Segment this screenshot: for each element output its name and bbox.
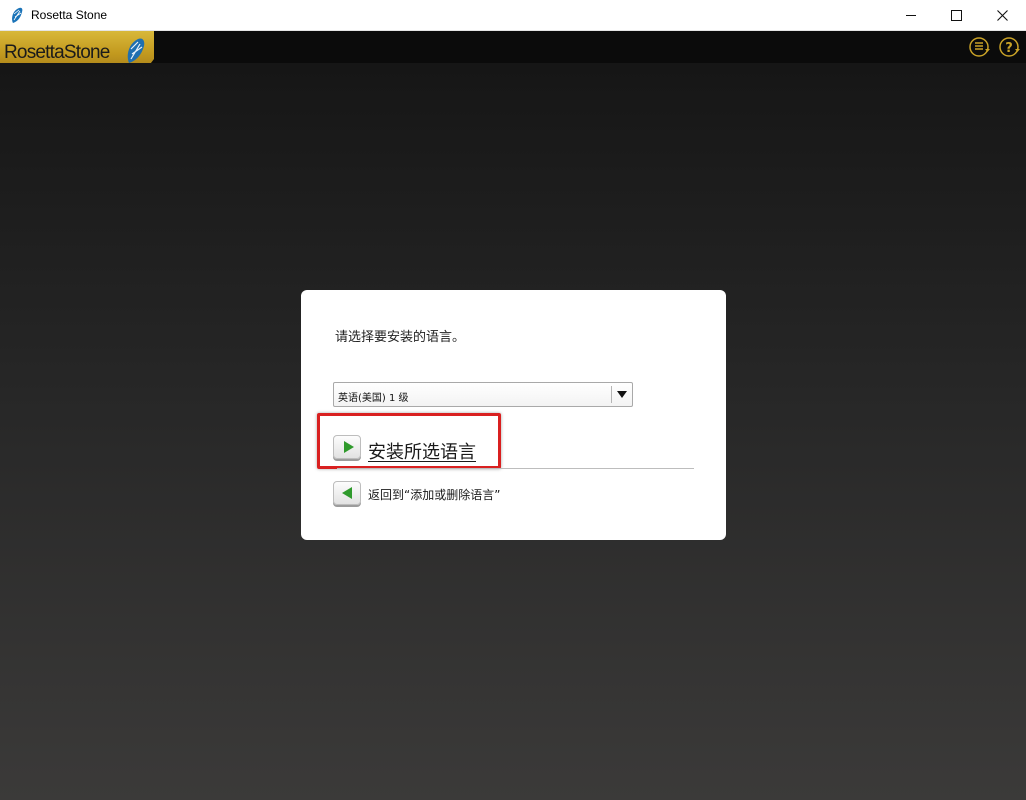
- back-left-icon: [342, 487, 352, 499]
- close-button[interactable]: [979, 0, 1025, 31]
- window-title: Rosetta Stone: [31, 8, 108, 22]
- menu-list-icon[interactable]: [969, 36, 991, 58]
- language-select-value: 英语(美国) 1 级: [338, 393, 409, 404]
- close-icon: [996, 10, 1008, 21]
- minimize-icon: [905, 15, 916, 16]
- minimize-button[interactable]: [888, 0, 934, 31]
- svg-text:?: ?: [1005, 41, 1013, 56]
- dialog-prompt: 请选择要安装的语言。: [335, 330, 466, 345]
- back-link[interactable]: 返回到“添加或删除语言”: [368, 486, 500, 503]
- rosetta-stone-app-icon: [12, 7, 23, 24]
- play-right-icon: [344, 441, 354, 453]
- language-select[interactable]: 英语(美国) 1 级: [333, 382, 633, 407]
- window-titlebar: Rosetta Stone: [0, 0, 1026, 31]
- help-icon[interactable]: ?: [999, 36, 1021, 58]
- maximize-icon: [950, 10, 962, 21]
- back-button[interactable]: [333, 481, 361, 505]
- rosetta-stone-logo-text: RosettaStone: [4, 42, 110, 63]
- dialog-divider: [337, 468, 694, 469]
- install-button[interactable]: [333, 435, 361, 459]
- rosetta-stone-logo-icon: [127, 38, 145, 63]
- install-link[interactable]: 安装所选语言: [368, 438, 476, 464]
- select-separator: [611, 386, 612, 403]
- maximize-button[interactable]: [933, 0, 979, 31]
- chevron-down-icon[interactable]: [617, 391, 627, 398]
